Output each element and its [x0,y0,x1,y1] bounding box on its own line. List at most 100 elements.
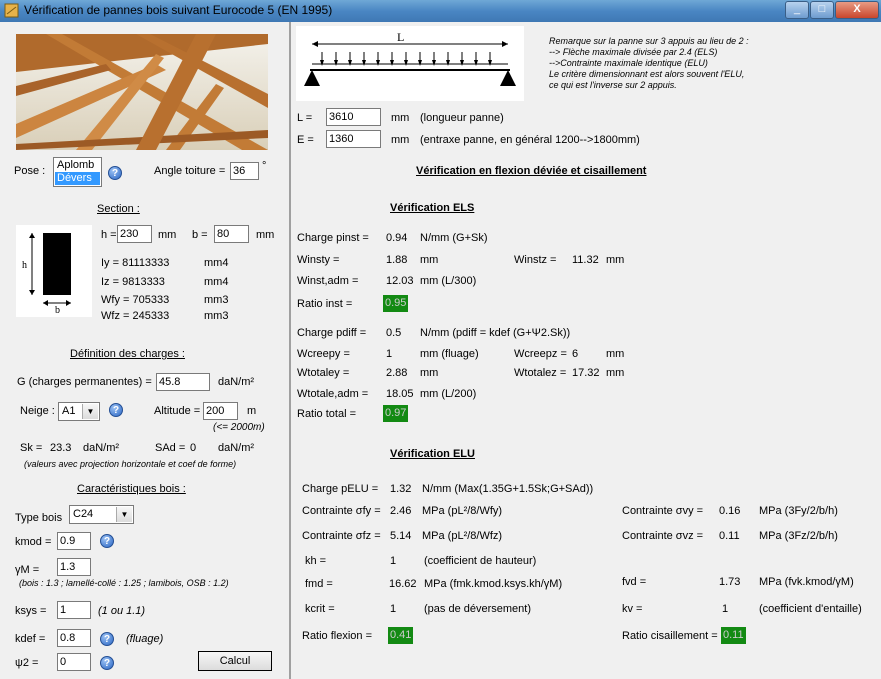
h-input[interactable]: 230 [117,225,152,243]
angle-input[interactable]: 36 [230,162,259,180]
svy-unit: MPa (3Fy/2/b/h) [759,505,838,517]
span-l-label: L [397,30,405,44]
pinst-value: 0.94 [386,232,408,244]
kh-label: kh = [305,555,327,567]
wcreepz-unit: mm [606,348,625,360]
help-icon[interactable]: ? [100,632,114,646]
ratio-total-badge: 0.97 [383,405,409,422]
sk-value: 23.3 [50,442,72,454]
fvd-value: 1.73 [719,576,741,588]
ym-label: γM = [15,564,40,576]
els-heading: Vérification ELS [390,202,475,214]
sk-unit: daN/m² [83,442,120,454]
kmod-label: kmod = [15,536,52,548]
wfy-unit: mm3 [204,294,229,306]
wfz-value: Wfz = 245333 [101,310,170,322]
kv-unit: (coefficient d'entaille) [759,603,862,615]
angle-label: Angle toiture = [154,165,226,177]
help-icon[interactable]: ? [100,656,114,670]
l-unit: mm [391,112,410,124]
fvd-label: fvd = [622,576,647,588]
sfy-label: Contrainte σfy = [302,505,381,517]
close-button[interactable]: X [835,1,879,19]
e-unit: mm [391,134,410,146]
sad-label: SAd = [155,442,186,454]
fvd-unit: MPa (fvk.kmod/γM) [759,576,854,588]
ym-input[interactable]: 1.3 [57,558,91,576]
ratio-cis-label: Ratio cisaillement = [622,630,718,642]
window-title: Vérification de pannes bois suivant Euro… [24,3,333,17]
neige-label: Neige : [20,405,55,417]
iy-unit: mm4 [204,257,229,269]
l-label: L = [297,112,313,124]
help-icon[interactable]: ? [100,534,114,548]
sad-value: 0 [190,442,197,454]
pose-option-devers[interactable]: Dévers [55,172,100,185]
chevron-down-icon[interactable]: ▼ [82,404,98,419]
svy-label: Contrainte σvy = [622,505,704,517]
bois-heading: Caractéristiques bois : [77,483,186,495]
ratio-inst-label: Ratio inst = [297,298,353,310]
neige-select[interactable]: A1 ▼ [58,402,100,421]
sk-label: Sk = [20,442,43,454]
maximize-button[interactable]: □ [810,1,834,19]
wtotalez-unit: mm [606,367,625,379]
calcul-button[interactable]: Calcul [198,651,272,671]
altitude-input[interactable]: 200 [203,402,238,420]
kh-unit: (coefficient de hauteur) [424,555,537,567]
e-note: (entraxe panne, en général 1200-->1800mm… [420,134,640,146]
kcrit-label: kcrit = [305,603,335,615]
kcrit-unit: (pas de déversement) [424,603,531,615]
minimize-button[interactable]: _ [785,1,809,19]
psi2-input[interactable]: 0 [57,653,91,671]
ksys-input[interactable]: 1 [57,601,91,619]
b-input[interactable]: 80 [214,225,249,243]
pinst-unit: N/mm (G+Sk) [420,232,488,244]
sfz-value: 5.14 [390,530,412,542]
kmod-input[interactable]: 0.9 [57,532,91,550]
charges-note: (valeurs avec projection horizontale et … [24,459,237,469]
results-heading: Vérification en flexion déviée et cisail… [416,165,647,177]
wfz-unit: mm3 [204,310,229,322]
beam-load-diagram [296,26,524,101]
kdef-label: kdef = [15,633,46,645]
l-input[interactable]: 3610 [326,108,381,126]
pose-label: Pose : [14,165,46,177]
type-bois-select[interactable]: C24 ▼ [69,505,134,524]
sfz-unit: MPa (pL²/8/Wfz) [422,530,503,542]
wtotaleadm-value: 18.05 [386,388,414,400]
app-icon [4,3,19,18]
wcreepy-unit: mm (fluage) [420,348,479,360]
fmd-value: 16.62 [389,578,417,590]
svz-value: 0.11 [719,530,740,542]
winstz-unit: mm [606,254,625,266]
ratio-flexion-badge: 0.41 [388,627,414,644]
altitude-label: Altitude = [154,405,201,417]
angle-unit: ° [262,160,267,172]
pelu-unit: N/mm (Max(1.35G+1.5Sk;G+SAd)) [422,483,594,495]
pelu-label: Charge pELU = [302,483,379,495]
pose-option-aplomb[interactable]: Aplomb [55,159,102,172]
e-input[interactable]: 1360 [326,130,381,148]
iz-unit: mm4 [204,276,229,288]
g-input[interactable]: 45.8 [156,373,210,391]
section-heading: Section : [97,203,140,215]
remark-line: Le critère dimensionnant est alors souve… [549,69,745,79]
wtotalez-value: 17.32 [572,367,600,379]
wtotaley-label: Wtotaley = [297,367,350,379]
pose-listbox[interactable]: Aplomb Dévers [53,157,102,187]
help-icon[interactable]: ? [109,403,123,417]
fmd-unit: MPa (fmk.kmod.ksys.kh/γM) [424,578,563,590]
kdef-input[interactable]: 0.8 [57,629,91,647]
ym-note: (bois : 1.3 ; lamellé-collé : 1.25 ; lam… [19,578,229,588]
wcreepy-value: 1 [386,348,393,360]
neige-selected: A1 [62,405,76,417]
wtotaleadm-unit: mm (L/200) [420,388,477,400]
winsty-label: Winsty = [297,254,340,266]
l-note: (longueur panne) [420,112,504,124]
type-bois-selected: C24 [73,508,94,520]
section-sketch [16,225,92,317]
winstadm-unit: mm (L/300) [420,275,477,287]
help-icon[interactable]: ? [108,166,122,180]
chevron-down-icon[interactable]: ▼ [116,507,132,522]
